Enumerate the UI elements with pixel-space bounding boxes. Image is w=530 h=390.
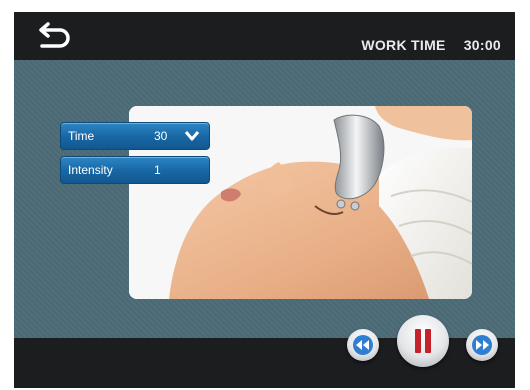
back-button[interactable] [34,21,74,51]
chevron-down-icon [185,131,199,141]
rewind-icon [353,335,373,355]
fast-forward-button[interactable] [466,329,498,361]
pause-icon [415,329,431,353]
main-panel: Time 30 Intensity 1 [14,60,515,338]
time-label: Time [68,129,95,143]
device-screen: WORK TIME 30:00 Time 30 Intensity 1 [14,12,515,388]
intensity-label: Intensity [68,163,113,177]
work-time: WORK TIME 30:00 [361,37,501,53]
pause-button[interactable] [397,315,449,367]
fast-forward-icon [472,335,492,355]
back-arrow-icon [39,22,70,48]
intensity-value: 1 [154,163,161,177]
work-time-label: WORK TIME [361,37,446,53]
time-value: 30 [154,129,168,143]
rewind-button[interactable] [347,329,379,361]
work-time-value: 30:00 [463,37,501,53]
intensity-selector[interactable]: Intensity 1 [60,156,210,184]
top-bar: WORK TIME 30:00 [14,12,515,60]
time-selector[interactable]: Time 30 [60,122,210,150]
